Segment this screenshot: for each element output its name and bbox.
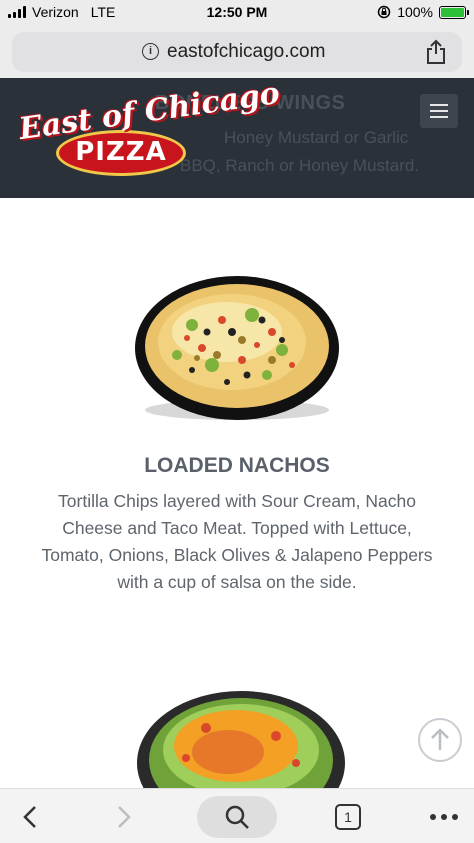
status-right: 100% bbox=[377, 4, 469, 20]
browser-address-area: i eastofchicago.com bbox=[0, 26, 474, 78]
hamburger-menu-icon[interactable] bbox=[420, 94, 458, 128]
arrow-up-icon bbox=[431, 728, 449, 750]
scroll-to-top-button[interactable] bbox=[418, 718, 462, 762]
address-bar[interactable]: i eastofchicago.com bbox=[12, 32, 462, 72]
menu-content: LOADED NACHOS Tortilla Chips layered wit… bbox=[0, 198, 474, 788]
tab-count: 1 bbox=[335, 803, 361, 830]
search-button[interactable] bbox=[197, 789, 277, 843]
search-icon bbox=[225, 805, 249, 829]
tabs-icon[interactable]: 1 bbox=[331, 789, 365, 843]
search-pill[interactable] bbox=[197, 795, 277, 838]
loaded-nachos-image bbox=[135, 276, 339, 420]
browser-toolbar: 1 bbox=[0, 788, 474, 843]
info-icon[interactable]: i bbox=[142, 43, 159, 60]
more-icon[interactable] bbox=[422, 789, 466, 843]
forward-icon[interactable] bbox=[104, 789, 144, 843]
taco-salad-image bbox=[137, 691, 345, 788]
url-text[interactable]: eastofchicago.com bbox=[167, 41, 325, 63]
orientation-lock-icon bbox=[377, 5, 391, 19]
site-header: BONELESS WINGS Honey Mustard or Garlic B… bbox=[0, 78, 474, 198]
back-icon[interactable] bbox=[10, 789, 50, 843]
share-icon[interactable] bbox=[424, 39, 448, 65]
status-bar: Verizon LTE 12:50 PM 100% bbox=[0, 0, 474, 26]
battery-fill bbox=[441, 7, 464, 17]
ghost-text-line: Honey Mustard or Garlic bbox=[224, 128, 409, 147]
menu-item-description: Tortilla Chips layered with Sour Cream, … bbox=[41, 491, 433, 592]
battery-percent: 100% bbox=[397, 4, 433, 20]
menu-item-title: LOADED NACHOS bbox=[144, 454, 330, 477]
battery-icon bbox=[439, 5, 469, 19]
brand-logo[interactable]: East of Chicago PIZZA bbox=[14, 78, 282, 184]
logo-pizza-text: PIZZA bbox=[75, 137, 167, 167]
